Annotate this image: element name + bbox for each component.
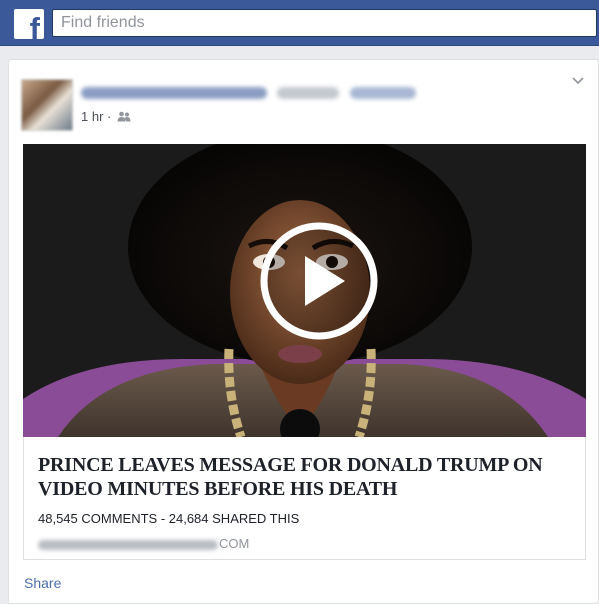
avatar[interactable] (21, 79, 73, 131)
domain-suffix: COM (219, 536, 250, 551)
share-button[interactable]: Share (24, 575, 61, 591)
author-name-blurred[interactable] (81, 86, 267, 99)
domain-blurred (38, 539, 218, 550)
chevron-down-icon[interactable] (572, 76, 584, 86)
shared-text-blurred (277, 86, 340, 99)
post-time[interactable]: 1 hr (81, 109, 103, 124)
link-preview[interactable]: PRINCE LEAVES MESSAGE FOR DONALD TRUMP O… (23, 437, 586, 560)
play-icon[interactable] (259, 221, 379, 341)
facebook-logo[interactable]: f (14, 9, 44, 39)
search-box[interactable] (52, 9, 597, 37)
top-navigation-bar: f (0, 0, 599, 46)
link-stats: 48,545 COMMENTS - 24,684 SHARED THIS (38, 511, 300, 526)
video-thumbnail[interactable] (23, 144, 586, 437)
post-card: 1 hr · PRINCE LEAVES MESSAGE FOR DONALD … (8, 59, 599, 604)
search-input[interactable] (53, 10, 596, 36)
link-domain: COM (38, 536, 249, 551)
meta-separator: · (107, 109, 112, 124)
post-meta: 1 hr · (81, 109, 131, 124)
source-name-blurred[interactable] (349, 86, 416, 99)
post-author-line (81, 84, 421, 102)
facebook-logo-letter: f (29, 11, 40, 39)
friends-icon[interactable] (117, 111, 131, 122)
link-headline[interactable]: PRINCE LEAVES MESSAGE FOR DONALD TRUMP O… (38, 453, 568, 501)
